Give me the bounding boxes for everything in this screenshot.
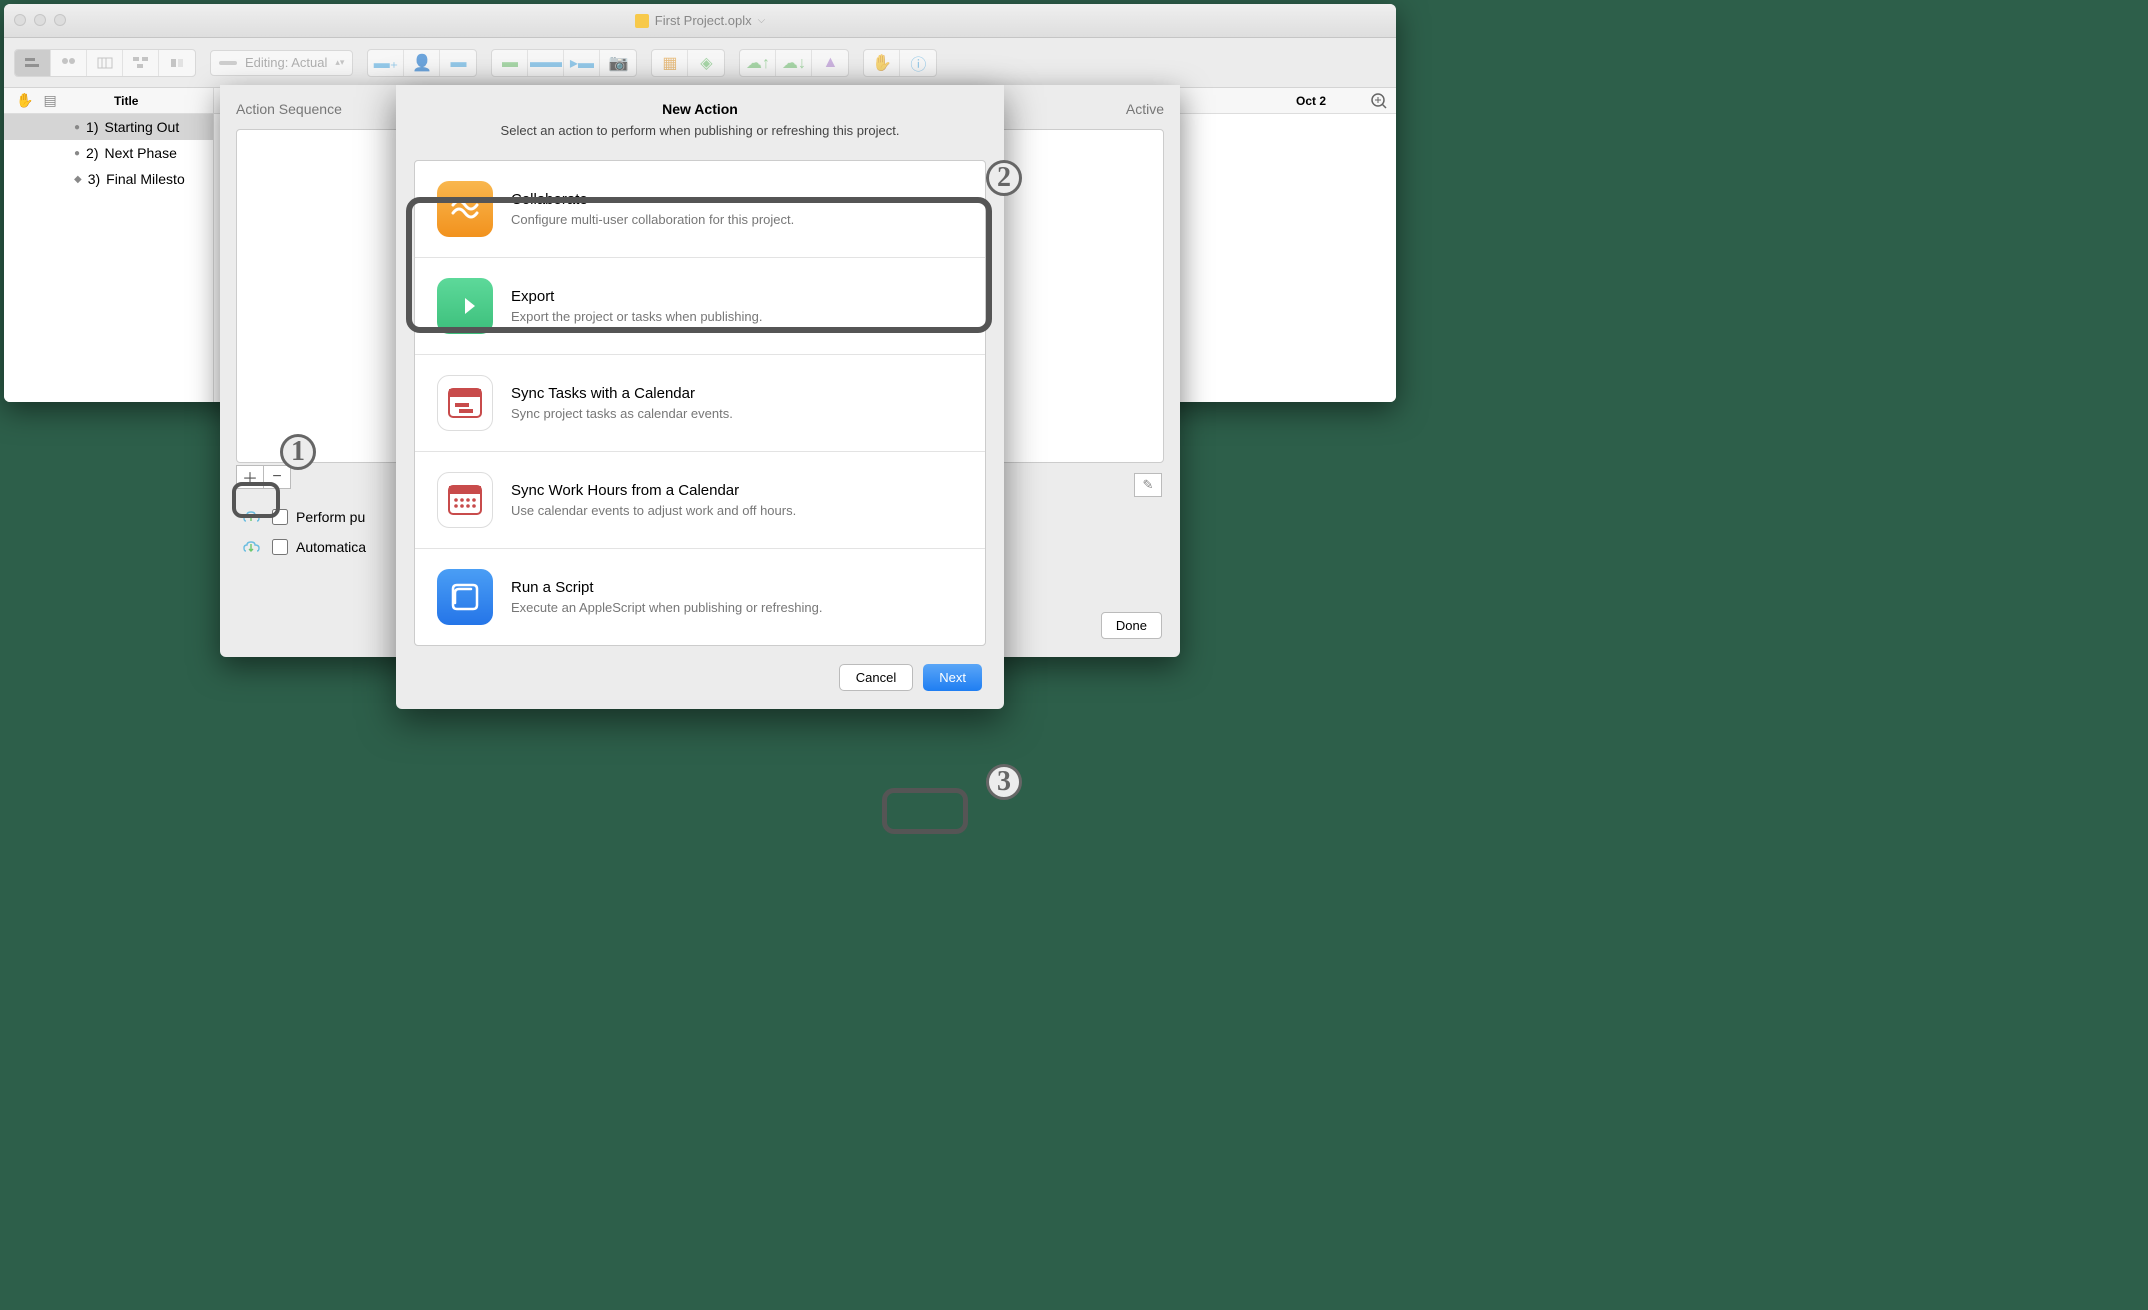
action-name: Run a Script [511,579,822,596]
close-icon[interactable] [14,14,26,26]
hand-icon[interactable]: ✋ [16,92,33,109]
action-export[interactable]: Export Export the project or tasks when … [415,258,985,355]
critical-button[interactable]: ◈ [688,50,724,76]
chevron-down-icon[interactable]: ⌵ [758,15,766,26]
done-button[interactable]: Done [1101,612,1162,639]
reschedule-button[interactable]: 📷 [600,50,636,76]
action-sync-tasks[interactable]: Sync Tasks with a Calendar Sync project … [415,355,985,452]
action-name: Sync Work Hours from a Calendar [511,482,796,499]
script-icon [437,569,493,625]
action-desc: Use calendar events to adjust work and o… [511,503,796,518]
sync-group[interactable]: ☁↑ ☁↓ ▲ [739,49,849,77]
bullet-icon: ● [74,122,80,133]
next-button[interactable]: Next [923,664,982,691]
task-number: 1) [86,119,98,135]
level-button[interactable]: ▬ [492,50,528,76]
checkbox-label: Perform pu [296,509,365,525]
title-column-label: Title [114,94,138,108]
action-collaborate[interactable]: Collaborate Configure multi-user collabo… [415,161,985,258]
new-action-modal: New Action Select an action to perform w… [396,85,1004,709]
cancel-button[interactable]: Cancel [839,664,913,691]
network-view-button[interactable] [123,50,159,76]
modal-title: New Action [414,101,986,117]
action-sync-hours[interactable]: Sync Work Hours from a Calendar Use cale… [415,452,985,549]
baseline-button[interactable]: ▦ [652,50,688,76]
outline-column: Title ● 1) Starting Out ● 2) Next Phase … [4,88,214,402]
list-icon[interactable]: ▤ [43,92,56,109]
window-title: First Project.oplx ⌵ [635,13,765,28]
checkbox-label: Automatica [296,539,366,555]
task-label: Final Milesto [106,171,185,187]
action-desc: Export the project or tasks when publish… [511,309,762,324]
sheet-title: Action Sequence [236,101,342,117]
callout-number-2: 2 [986,160,1022,196]
callout-number-3: 3 [986,764,1022,800]
editing-label: Editing: Actual [245,55,327,70]
issue-group[interactable]: ✋ ⓘ [863,49,937,77]
action-desc: Configure multi-user collaboration for t… [511,212,794,227]
filter-group[interactable]: ▦ ◈ [651,49,725,77]
cloud-down-icon [242,539,264,555]
collaborate-icon [437,181,493,237]
action-list: Collaborate Configure multi-user collabo… [414,160,986,646]
task-number: 2) [86,145,98,161]
title-text: First Project.oplx [655,13,752,28]
bullet-icon: ● [74,148,80,159]
checkbox[interactable] [272,509,288,525]
info-button[interactable]: ⓘ [900,50,936,76]
editing-mode-select[interactable]: Editing: Actual ▴▾ [210,50,353,76]
action-name: Export [511,288,762,305]
level-group[interactable]: ▬ ▬▬ ▸▬ 📷 [491,49,637,77]
document-icon [635,14,649,28]
edit-button[interactable]: ✎ [1134,473,1162,497]
gantt-view-button[interactable] [15,50,51,76]
remove-action-button[interactable]: − [263,465,291,489]
add-milestone-button[interactable]: ▬ [440,50,476,76]
resource-view-button[interactable] [51,50,87,76]
titlebar: First Project.oplx ⌵ [4,4,1396,38]
task-group[interactable]: ▬₊ 👤 ▬ [367,49,477,77]
task-number: 3) [88,171,100,187]
style-view-button[interactable] [159,50,195,76]
view-group[interactable] [14,49,196,77]
traffic-lights[interactable] [14,14,66,26]
split-button[interactable]: ▬▬ [528,50,564,76]
add-resource-button[interactable]: 👤 [404,50,440,76]
action-run-script[interactable]: Run a Script Execute an AppleScript when… [415,549,985,645]
callout-highlight-3 [882,788,968,834]
update-button[interactable]: ☁↓ [776,50,812,76]
zoom-icon[interactable] [54,14,66,26]
change-button[interactable]: ▲ [812,50,848,76]
calendar-hours-icon [437,472,493,528]
task-row[interactable]: ● 2) Next Phase [4,140,213,166]
export-icon [437,278,493,334]
callout-number-1: 1 [280,434,316,470]
add-action-button[interactable]: ＋ [236,465,264,489]
toolbar: Editing: Actual ▴▾ ▬₊ 👤 ▬ ▬ ▬▬ ▸▬ 📷 ▦ ◈ … [4,38,1396,88]
minimize-icon[interactable] [34,14,46,26]
action-desc: Sync project tasks as calendar events. [511,406,733,421]
checkbox[interactable] [272,539,288,555]
action-desc: Execute an AppleScript when publishing o… [511,600,822,615]
publish-button[interactable]: ☁↑ [740,50,776,76]
catchup-button[interactable]: ▸▬ [564,50,600,76]
cloud-up-icon [242,509,264,525]
violations-button[interactable]: ✋ [864,50,900,76]
task-label: Starting Out [105,119,180,135]
action-name: Sync Tasks with a Calendar [511,385,733,402]
task-row[interactable]: ◆ 3) Final Milesto [4,166,213,192]
diamond-icon: ◆ [74,174,82,185]
date-label: Oct 2 [1296,94,1326,108]
task-row[interactable]: ● 1) Starting Out [4,114,213,140]
calendar-sync-icon [437,375,493,431]
add-task-button[interactable]: ▬₊ [368,50,404,76]
modal-subtitle: Select an action to perform when publish… [414,123,986,138]
status-label: Active [1126,101,1164,117]
zoom-in-icon[interactable] [1370,92,1388,110]
task-label: Next Phase [105,145,177,161]
action-name: Collaborate [511,191,794,208]
calendar-view-button[interactable] [87,50,123,76]
